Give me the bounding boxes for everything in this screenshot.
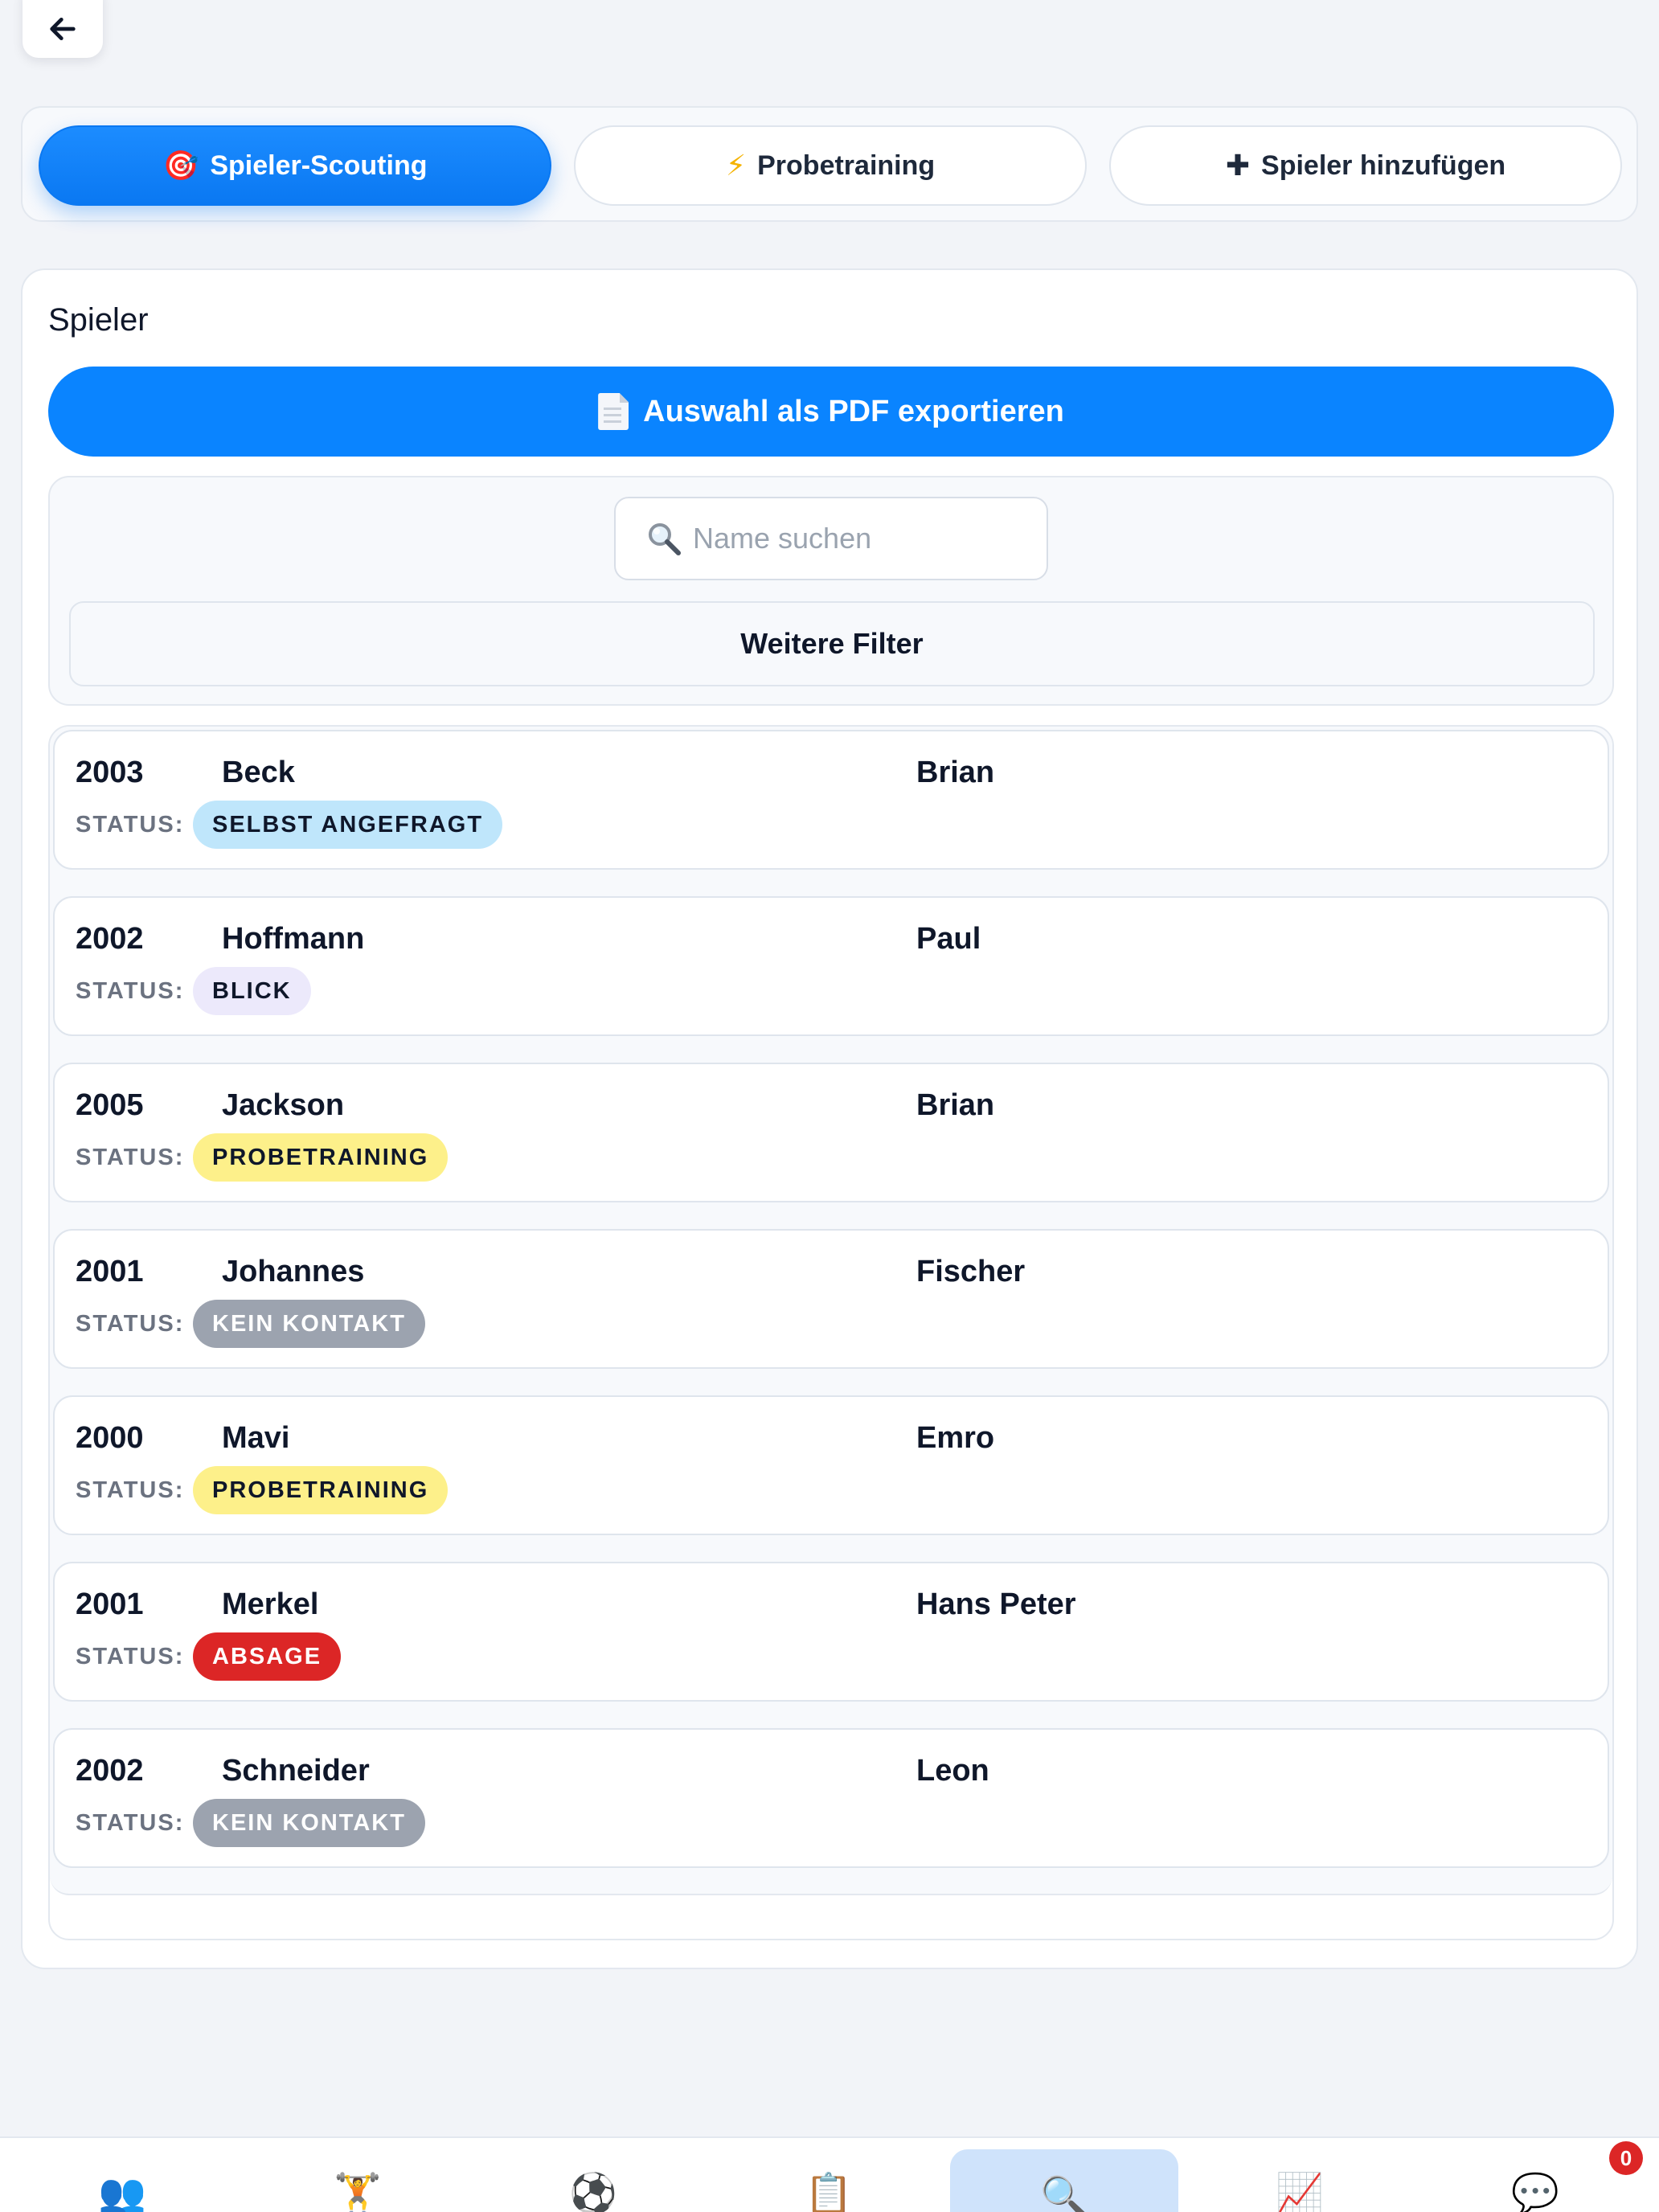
lightning-icon: ⚡ xyxy=(725,149,747,182)
nav-games[interactable]: ⚽ xyxy=(479,2146,707,2212)
player-year: 2003 xyxy=(76,756,144,789)
player-first-name: Paul xyxy=(916,922,981,956)
player-last-name: Johannes xyxy=(222,1255,365,1288)
document-icon xyxy=(598,393,629,430)
tab-probetraining[interactable]: ⚡ Probetraining xyxy=(574,125,1087,206)
nav-training[interactable]: 🏋️ xyxy=(244,2146,472,2212)
soccer-ball-icon: ⚽ xyxy=(569,2173,617,2212)
player-first-name: Fischer xyxy=(916,1255,1026,1288)
status-badge: ABSAGE xyxy=(193,1632,342,1681)
scouting-page: 🎯 Spieler-Scouting ⚡ Probetraining ✚ Spi… xyxy=(0,0,1659,2212)
player-row[interactable]: 2005 Jackson Brian STATUS: PROBETRAINING xyxy=(53,1063,1609,1202)
export-pdf-button[interactable]: Auswahl als PDF exportieren xyxy=(48,367,1614,457)
search-input[interactable] xyxy=(693,522,1030,555)
status-badge: BLICK xyxy=(193,967,311,1015)
player-last-name: Schneider xyxy=(222,1754,370,1788)
nav-team[interactable]: 👥 xyxy=(8,2146,236,2212)
player-first-name: Emro xyxy=(916,1421,995,1455)
tab-label: Spieler hinzufügen xyxy=(1261,150,1506,181)
chat-icon: 💬 xyxy=(1511,2173,1559,2212)
export-label: Auswahl als PDF exportieren xyxy=(643,394,1064,428)
player-year: 2002 xyxy=(76,922,144,956)
player-list: 2003 Beck Brian STATUS: SELBST ANGEFRAGT… xyxy=(48,725,1614,1940)
players-card: Spieler Auswahl als PDF exportieren Weit… xyxy=(21,268,1638,1969)
player-first-name: Hans Peter xyxy=(916,1587,1076,1621)
back-button[interactable] xyxy=(23,0,103,58)
plus-icon: ✚ xyxy=(1225,149,1251,182)
tab-spieler-hinzufuegen[interactable]: ✚ Spieler hinzufügen xyxy=(1109,125,1622,206)
status-label: STATUS: xyxy=(76,978,185,1004)
status-label: STATUS: xyxy=(76,1810,185,1836)
nav-scouting[interactable]: 🔍 xyxy=(950,2149,1178,2212)
status-label: STATUS: xyxy=(76,1644,185,1669)
player-year: 2005 xyxy=(76,1088,144,1122)
status-badge: KEIN KONTAKT xyxy=(193,1300,425,1348)
bottom-nav: 👥 🏋️ ⚽ 📋 🔍 📈 💬 xyxy=(0,2136,1659,2212)
arrow-left-icon xyxy=(50,18,76,41)
player-row[interactable]: 2003 Beck Brian STATUS: SELBST ANGEFRAGT xyxy=(53,730,1609,870)
status-label: STATUS: xyxy=(76,1145,185,1170)
status-label: STATUS: xyxy=(76,1477,185,1503)
status-badge: PROBETRAINING xyxy=(193,1133,449,1182)
tab-label: Probetraining xyxy=(757,150,936,181)
player-year: 2001 xyxy=(76,1255,144,1288)
player-row[interactable]: 2000 Mavi Emro STATUS: PROBETRAINING xyxy=(53,1395,1609,1535)
player-first-name: Brian xyxy=(916,1088,995,1122)
status-badge: SELBST ANGEFRAGT xyxy=(193,801,503,849)
player-year: 2001 xyxy=(76,1587,144,1621)
more-filters-button[interactable]: Weitere Filter xyxy=(69,601,1595,686)
player-list-inner: 2003 Beck Brian STATUS: SELBST ANGEFRAGT… xyxy=(50,727,1612,1895)
team-icon: 👥 xyxy=(98,2173,146,2212)
tab-label: Spieler-Scouting xyxy=(210,150,428,181)
player-year: 2000 xyxy=(76,1421,144,1455)
clipboard-icon: 📋 xyxy=(805,2173,853,2212)
player-year: 2002 xyxy=(76,1754,144,1788)
chart-icon: 📈 xyxy=(1276,2173,1324,2212)
player-row[interactable]: 2002 Schneider Leon STATUS: KEIN KONTAKT xyxy=(53,1728,1609,1868)
player-last-name: Beck xyxy=(222,756,295,789)
nav-statistics[interactable]: 📈 xyxy=(1186,2146,1414,2212)
player-last-name: Jackson xyxy=(222,1088,345,1122)
chat-notification-badge: 0 xyxy=(1609,2141,1643,2175)
player-row[interactable]: 2001 Merkel Hans Peter STATUS: ABSAGE xyxy=(53,1562,1609,1702)
section-title: Spieler xyxy=(48,302,149,338)
nav-tactics[interactable]: 📋 xyxy=(715,2146,943,2212)
training-icon: 🏋️ xyxy=(334,2173,382,2212)
player-first-name: Leon xyxy=(916,1754,989,1788)
status-badge: KEIN KONTAKT xyxy=(193,1799,425,1847)
tab-bar: 🎯 Spieler-Scouting ⚡ Probetraining ✚ Spi… xyxy=(21,106,1638,222)
tab-spieler-scouting[interactable]: 🎯 Spieler-Scouting xyxy=(39,125,551,206)
search-icon xyxy=(649,523,681,555)
player-last-name: Mavi xyxy=(222,1421,290,1455)
status-label: STATUS: xyxy=(76,812,185,838)
filter-panel: Weitere Filter xyxy=(48,476,1614,706)
player-row[interactable]: 2002 Hoffmann Paul STATUS: BLICK xyxy=(53,896,1609,1036)
status-label: STATUS: xyxy=(76,1311,185,1337)
status-badge: PROBETRAINING xyxy=(193,1466,449,1514)
search-icon: 🔍 xyxy=(1040,2176,1088,2212)
player-first-name: Brian xyxy=(916,756,995,789)
player-last-name: Merkel xyxy=(222,1587,319,1621)
player-row[interactable]: 2001 Johannes Fischer STATUS: KEIN KONTA… xyxy=(53,1229,1609,1369)
player-last-name: Hoffmann xyxy=(222,922,365,956)
target-icon: 🎯 xyxy=(162,149,199,182)
search-box[interactable] xyxy=(614,497,1048,580)
